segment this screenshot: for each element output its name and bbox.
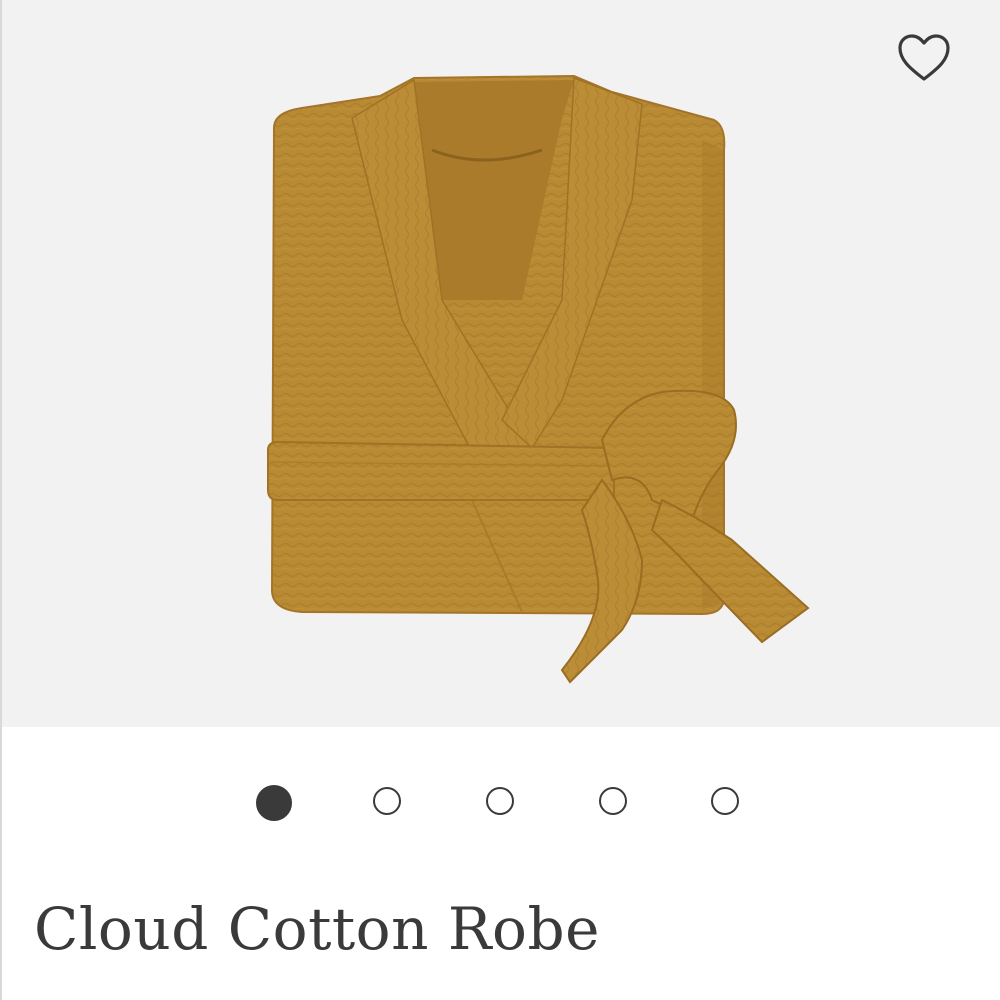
carousel-dot-1[interactable] [256, 785, 292, 821]
carousel-dot-3[interactable] [486, 787, 514, 815]
product-page: Cloud Cotton Robe [0, 0, 1000, 1000]
carousel-pagination [0, 785, 1000, 825]
carousel-dot-5[interactable] [711, 787, 739, 815]
product-image-carousel[interactable] [2, 0, 1000, 727]
carousel-dot-4[interactable] [599, 787, 627, 815]
heart-outline-icon [898, 34, 950, 81]
carousel-dot-2[interactable] [373, 787, 401, 815]
product-title: Cloud Cotton Robe [34, 895, 600, 963]
product-image [267, 74, 810, 684]
favorite-button[interactable] [894, 28, 954, 88]
